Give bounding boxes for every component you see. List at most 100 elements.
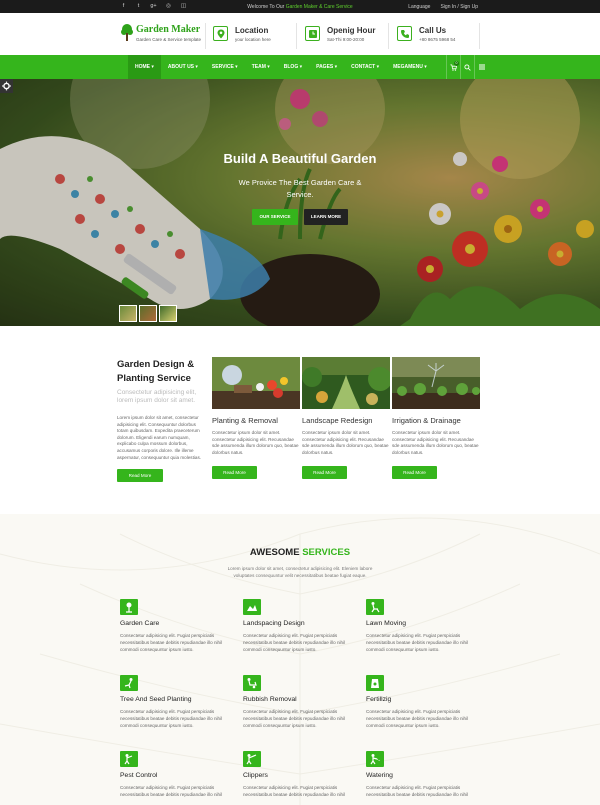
hero-subtitle: We Provice The Best Garden Care & Servic…	[238, 178, 362, 199]
heading-plain: AWESOME	[249, 547, 300, 558]
planting-image	[212, 357, 300, 409]
service-text: Consectetur adipisicing elit. Fugiat per…	[366, 785, 469, 798]
service-text: Consectetur adipisicing elit. Fugiat per…	[243, 633, 346, 653]
nav-contact[interactable]: CONTACT ▾	[344, 55, 386, 79]
location-title: Location	[235, 26, 269, 35]
service-text: Consectetur adipisicing elit. Fugiat per…	[120, 633, 223, 653]
main-nav: HOME ▾ ABOUT US ▾ SERVICE ▾ TEAM ▾ BLOG …	[0, 55, 600, 79]
service-title: Fertillzig	[366, 696, 392, 703]
call-sub: +80 8675 5968 54	[419, 37, 456, 42]
irrigation-image	[392, 357, 480, 409]
nav-service[interactable]: SERVICE ▾	[205, 55, 245, 79]
nav-blog[interactable]: BLOG ▾	[277, 55, 309, 79]
divider	[388, 23, 389, 49]
card-text: Consectetur ipsum dolor sit amet. consec…	[302, 430, 389, 455]
card-read-more-button[interactable]: Read More	[302, 466, 347, 479]
nav-megamenu[interactable]: MEGAMENU ▾	[386, 55, 434, 79]
service-title: Watering	[366, 772, 393, 779]
signin-link[interactable]: Sign In / Sign Up	[440, 4, 478, 10]
service-card: Landscape Redesign Consectetur ipsum dol…	[302, 357, 392, 479]
cart-icon[interactable]: 0	[446, 55, 460, 79]
service-card: Planting & Removal Consectetur ipsum dol…	[212, 357, 300, 479]
call-title: Call Us	[419, 26, 447, 35]
welcome-prefix: Welcome To Our	[247, 4, 285, 10]
design-subtitle: Consectetur adipisicing elit, lorem ipsu…	[117, 389, 197, 404]
service-title: Clippers	[243, 772, 268, 779]
clippers-icon	[243, 751, 261, 767]
design-title: Garden Design & Planting Service	[117, 359, 195, 384]
service-text: Consectetur adipisicing elit. Fugiat per…	[243, 709, 346, 729]
divider	[479, 23, 480, 49]
hero-slider: Build A Beautiful Garden We Provice The …	[0, 79, 600, 326]
slider-thumb[interactable]	[119, 305, 137, 322]
service-title: Pest Control	[120, 772, 158, 779]
menu-icon[interactable]	[474, 55, 488, 79]
garden-care-icon	[120, 599, 138, 615]
logo-name: Garden Maker	[136, 24, 201, 35]
hero-title: Build A Beautiful Garden	[223, 151, 377, 166]
service-title: Landspacing Design	[243, 620, 305, 627]
settings-gear-icon[interactable]	[0, 79, 13, 93]
search-icon[interactable]	[460, 55, 474, 79]
services-intro: Lorem ipsum dolor sit amet, consectetur …	[227, 566, 373, 578]
lawn-mower-icon	[366, 599, 384, 615]
services-heading: AWESOME SERVICES	[0, 547, 600, 558]
service-text: Consectetur adipisicing elit. Fugiat per…	[243, 785, 346, 798]
service-text: Consectetur adipisicing elit. Fugiat per…	[120, 785, 223, 798]
nav-home[interactable]: HOME ▾	[128, 55, 161, 79]
welcome-highlight: Garden Maker & Care Service	[285, 4, 353, 10]
language-selector[interactable]: Language	[408, 4, 430, 10]
design-body: Lorem ipsum dolor sit amet, consectetur …	[117, 415, 202, 460]
cart-count-badge: 0	[454, 61, 459, 66]
card-read-more-button[interactable]: Read More	[392, 466, 437, 479]
site-header: Garden Maker Garden Care & Service templ…	[0, 13, 600, 55]
service-title: Garden Care	[120, 620, 160, 627]
watering-icon	[366, 751, 384, 767]
card-text: Consectetur ipsum dolor sit amet. consec…	[212, 430, 299, 455]
card-read-more-button[interactable]: Read More	[212, 466, 257, 479]
landscape-image	[302, 357, 392, 409]
service-text: Consectetur adipisicing elit. Fugiat per…	[366, 709, 469, 729]
slider-thumb[interactable]	[139, 305, 157, 322]
nav-pages[interactable]: PAGES ▾	[309, 55, 344, 79]
location-info: Location your location here	[213, 21, 293, 49]
phone-icon	[397, 26, 412, 41]
service-title: Lawn Moving	[366, 620, 407, 627]
hours-info: Openig Hour Sat-Thi 9:00-20:00	[305, 21, 390, 49]
slider-thumb[interactable]	[159, 305, 177, 322]
wheelbarrow-icon	[243, 675, 261, 691]
landscaping-icon	[243, 599, 261, 615]
heading-green: SERVICES	[302, 547, 351, 558]
top-bar: f t g+ ◎ ◫ Welcome To Our Garden Maker &…	[0, 0, 600, 13]
pest-control-icon	[120, 751, 138, 767]
logo-tagline: Garden Care & Service template	[136, 37, 202, 42]
hours-title: Openig Hour	[327, 26, 376, 35]
location-sub: your location here	[235, 37, 271, 42]
clock-icon	[305, 26, 320, 41]
tree-logo-icon	[121, 24, 133, 41]
nav-about[interactable]: ABOUT US ▾	[161, 55, 205, 79]
card-title: Landscape Redesign	[302, 416, 373, 425]
divider	[296, 23, 297, 49]
card-title: Planting & Removal	[212, 416, 278, 425]
planting-icon	[120, 675, 138, 691]
card-title: Irrigation & Drainage	[392, 416, 461, 425]
welcome-message: Welcome To Our Garden Maker & Care Servi…	[0, 4, 600, 10]
service-title: Rubbish Removal	[243, 696, 297, 703]
divider	[205, 23, 206, 49]
design-read-more-button[interactable]: Read More	[117, 469, 163, 482]
hours-sub: Sat-Thi 9:00-20:00	[327, 37, 365, 42]
call-info: Call Us +80 8675 5968 54	[397, 21, 482, 49]
nav-team[interactable]: TEAM ▾	[245, 55, 277, 79]
learn-more-button[interactable]: LEARN MORE	[304, 209, 348, 225]
our-service-button[interactable]: OUR SERVICE	[252, 209, 298, 225]
site-logo[interactable]: Garden Maker Garden Care & Service templ…	[121, 24, 201, 46]
fertilizer-icon	[366, 675, 384, 691]
map-pin-icon	[213, 26, 228, 41]
slider-thumbnails	[119, 305, 177, 322]
service-text: Consectetur adipisicing elit. Fugiat per…	[366, 633, 469, 653]
service-text: Consectetur adipisicing elit. Fugiat per…	[120, 709, 223, 729]
card-text: Consectetur ipsum dolor sit amet. consec…	[392, 430, 479, 455]
service-card: Irrigation & Drainage Consectetur ipsum …	[392, 357, 480, 479]
hero-overlay	[0, 79, 600, 326]
